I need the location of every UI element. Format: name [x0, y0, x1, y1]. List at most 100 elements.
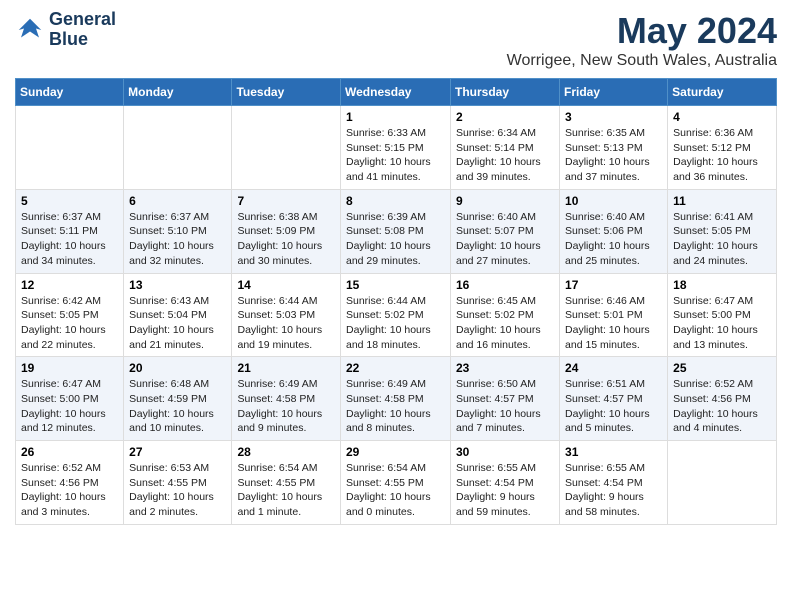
day-number: 21: [237, 361, 335, 375]
day-cell: 6Sunrise: 6:37 AM Sunset: 5:10 PM Daylig…: [124, 189, 232, 273]
day-info: Sunrise: 6:37 AM Sunset: 5:10 PM Dayligh…: [129, 210, 226, 269]
col-header-monday: Monday: [124, 79, 232, 106]
calendar-table: SundayMondayTuesdayWednesdayThursdayFrid…: [15, 78, 777, 525]
col-header-wednesday: Wednesday: [341, 79, 451, 106]
day-number: 19: [21, 361, 118, 375]
day-number: 5: [21, 194, 118, 208]
day-number: 4: [673, 110, 771, 124]
day-info: Sunrise: 6:45 AM Sunset: 5:02 PM Dayligh…: [456, 294, 554, 353]
day-cell: 19 Sunrise: 6:47 AM Sunset: 5:00 PM Dayli…: [16, 357, 124, 441]
col-header-sunday: Sunday: [16, 79, 124, 106]
day-cell: [668, 441, 777, 525]
title-block: May 2024 Worrigee, New South Wales, Aust…: [507, 10, 777, 70]
week-row-2: 5 Sunrise: 6:37 AM Sunset: 5:11 PM Daylig…: [16, 189, 777, 273]
day-info: Sunrise: 6:41 AM Sunset: 5:05 PM Dayligh…: [673, 210, 771, 269]
day-info: Sunrise: 6:35 AM Sunset: 5:13 PM Dayligh…: [565, 126, 662, 185]
day-cell: 23 Sunrise: 6:50 AM Sunset: 4:57 PM Dayli…: [451, 357, 560, 441]
page-header: General Blue May 2024 Worrigee, New Sout…: [15, 10, 777, 70]
day-cell: [232, 106, 341, 190]
day-info: Sunrise: 6:54 AM Sunset: 4:55 PM Dayligh…: [237, 461, 335, 520]
day-cell: 11 Sunrise: 6:41 AM Sunset: 5:05 PM Dayli…: [668, 189, 777, 273]
day-number: 13: [129, 278, 226, 292]
day-cell: 26 Sunrise: 6:52 AM Sunset: 4:56 PM Dayli…: [16, 441, 124, 525]
col-header-saturday: Saturday: [668, 79, 777, 106]
day-info: Sunrise: 6:46 AM Sunset: 5:01 PM Dayligh…: [565, 294, 662, 353]
logo-text: General Blue: [49, 10, 116, 50]
day-cell: 5 Sunrise: 6:37 AM Sunset: 5:11 PM Daylig…: [16, 189, 124, 273]
day-info: Sunrise: 6:38 AM Sunset: 5:09 PM Dayligh…: [237, 210, 335, 269]
day-cell: 2 Sunrise: 6:34 AM Sunset: 5:14 PM Daylig…: [451, 106, 560, 190]
col-header-tuesday: Tuesday: [232, 79, 341, 106]
day-number: 18: [673, 278, 771, 292]
day-info: Sunrise: 6:47 AM Sunset: 5:00 PM Dayligh…: [21, 377, 118, 436]
col-header-thursday: Thursday: [451, 79, 560, 106]
day-number: 29: [346, 445, 445, 459]
day-info: Sunrise: 6:55 AM Sunset: 4:54 PM Dayligh…: [565, 461, 662, 520]
day-cell: 24 Sunrise: 6:51 AM Sunset: 4:57 PM Dayli…: [560, 357, 668, 441]
day-info: Sunrise: 6:48 AM Sunset: 4:59 PM Dayligh…: [129, 377, 226, 436]
day-cell: 18 Sunrise: 6:47 AM Sunset: 5:00 PM Dayli…: [668, 273, 777, 357]
logo-icon: [15, 15, 45, 45]
day-cell: 16 Sunrise: 6:45 AM Sunset: 5:02 PM Dayli…: [451, 273, 560, 357]
day-number: 11: [673, 194, 771, 208]
day-cell: 20 Sunrise: 6:48 AM Sunset: 4:59 PM Dayli…: [124, 357, 232, 441]
day-number: 30: [456, 445, 554, 459]
day-info: Sunrise: 6:50 AM Sunset: 4:57 PM Dayligh…: [456, 377, 554, 436]
day-cell: 4Sunrise: 6:36 AM Sunset: 5:12 PM Daylig…: [668, 106, 777, 190]
day-number: 22: [346, 361, 445, 375]
day-info: Sunrise: 6:53 AM Sunset: 4:55 PM Dayligh…: [129, 461, 226, 520]
day-number: 3: [565, 110, 662, 124]
day-cell: 22 Sunrise: 6:49 AM Sunset: 4:58 PM Dayli…: [341, 357, 451, 441]
day-number: 25: [673, 361, 771, 375]
day-info: Sunrise: 6:52 AM Sunset: 4:56 PM Dayligh…: [21, 461, 118, 520]
day-number: 27: [129, 445, 226, 459]
day-number: 20: [129, 361, 226, 375]
day-number: 24: [565, 361, 662, 375]
week-row-1: 1Sunrise: 6:33 AM Sunset: 5:15 PM Daylig…: [16, 106, 777, 190]
day-cell: 17Sunrise: 6:46 AM Sunset: 5:01 PM Dayli…: [560, 273, 668, 357]
day-info: Sunrise: 6:39 AM Sunset: 5:08 PM Dayligh…: [346, 210, 445, 269]
day-info: Sunrise: 6:47 AM Sunset: 5:00 PM Dayligh…: [673, 294, 771, 353]
day-number: 10: [565, 194, 662, 208]
day-info: Sunrise: 6:34 AM Sunset: 5:14 PM Dayligh…: [456, 126, 554, 185]
day-cell: 25 Sunrise: 6:52 AM Sunset: 4:56 PM Dayli…: [668, 357, 777, 441]
day-number: 7: [237, 194, 335, 208]
col-header-friday: Friday: [560, 79, 668, 106]
day-number: 2: [456, 110, 554, 124]
day-info: Sunrise: 6:43 AM Sunset: 5:04 PM Dayligh…: [129, 294, 226, 353]
day-info: Sunrise: 6:40 AM Sunset: 5:06 PM Dayligh…: [565, 210, 662, 269]
day-info: Sunrise: 6:49 AM Sunset: 4:58 PM Dayligh…: [237, 377, 335, 436]
calendar-title: May 2024: [507, 10, 777, 52]
day-cell: [124, 106, 232, 190]
day-info: Sunrise: 6:49 AM Sunset: 4:58 PM Dayligh…: [346, 377, 445, 436]
day-number: 23: [456, 361, 554, 375]
day-number: 14: [237, 278, 335, 292]
day-cell: 29Sunrise: 6:54 AM Sunset: 4:55 PM Dayli…: [341, 441, 451, 525]
day-cell: 14 Sunrise: 6:44 AM Sunset: 5:03 PM Dayli…: [232, 273, 341, 357]
day-cell: 8Sunrise: 6:39 AM Sunset: 5:08 PM Daylig…: [341, 189, 451, 273]
day-cell: [16, 106, 124, 190]
day-info: Sunrise: 6:40 AM Sunset: 5:07 PM Dayligh…: [456, 210, 554, 269]
day-cell: 30 Sunrise: 6:55 AM Sunset: 4:54 PM Dayli…: [451, 441, 560, 525]
day-info: Sunrise: 6:42 AM Sunset: 5:05 PM Dayligh…: [21, 294, 118, 353]
day-info: Sunrise: 6:51 AM Sunset: 4:57 PM Dayligh…: [565, 377, 662, 436]
day-number: 26: [21, 445, 118, 459]
day-info: Sunrise: 6:55 AM Sunset: 4:54 PM Dayligh…: [456, 461, 554, 520]
day-info: Sunrise: 6:44 AM Sunset: 5:03 PM Dayligh…: [237, 294, 335, 353]
day-info: Sunrise: 6:37 AM Sunset: 5:11 PM Dayligh…: [21, 210, 118, 269]
day-cell: 12 Sunrise: 6:42 AM Sunset: 5:05 PM Dayli…: [16, 273, 124, 357]
day-cell: 7 Sunrise: 6:38 AM Sunset: 5:09 PM Daylig…: [232, 189, 341, 273]
day-number: 16: [456, 278, 554, 292]
day-cell: 9Sunrise: 6:40 AM Sunset: 5:07 PM Daylig…: [451, 189, 560, 273]
day-cell: 15Sunrise: 6:44 AM Sunset: 5:02 PM Dayli…: [341, 273, 451, 357]
day-info: Sunrise: 6:52 AM Sunset: 4:56 PM Dayligh…: [673, 377, 771, 436]
day-cell: 10 Sunrise: 6:40 AM Sunset: 5:06 PM Dayli…: [560, 189, 668, 273]
week-row-4: 19 Sunrise: 6:47 AM Sunset: 5:00 PM Dayli…: [16, 357, 777, 441]
day-number: 28: [237, 445, 335, 459]
day-cell: 28 Sunrise: 6:54 AM Sunset: 4:55 PM Dayli…: [232, 441, 341, 525]
day-cell: 3 Sunrise: 6:35 AM Sunset: 5:13 PM Daylig…: [560, 106, 668, 190]
day-number: 12: [21, 278, 118, 292]
week-row-3: 12 Sunrise: 6:42 AM Sunset: 5:05 PM Dayli…: [16, 273, 777, 357]
calendar-subtitle: Worrigee, New South Wales, Australia: [507, 52, 777, 70]
day-cell: 1Sunrise: 6:33 AM Sunset: 5:15 PM Daylig…: [341, 106, 451, 190]
